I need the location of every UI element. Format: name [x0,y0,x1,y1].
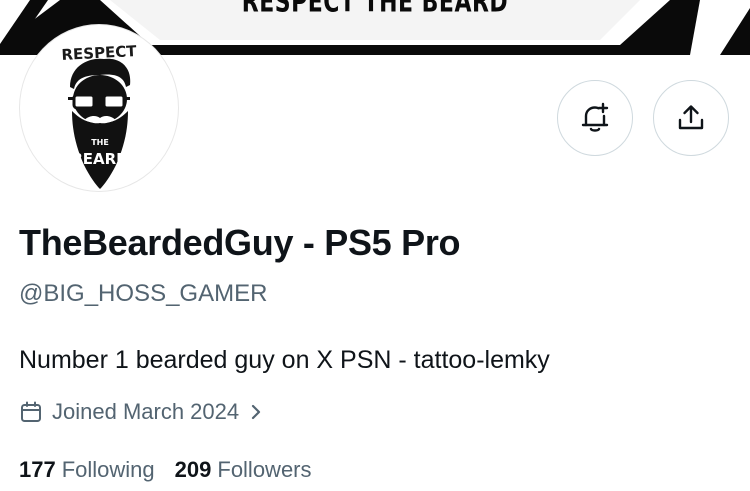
following-link[interactable]: 177 Following [19,457,155,483]
follow-stats: 177 Following 209 Followers [19,457,312,483]
avatar-middle-text: THE [91,138,109,147]
user-handle: @BIG_HOSS_GAMER [19,280,268,307]
beard-logo: RESPECT THE BEARD [61,42,138,189]
banner-text: RESPECT THE BEARD [241,0,509,20]
followers-count: 209 [174,457,212,482]
following-label: Following [61,457,155,482]
following-count: 177 [19,457,56,482]
share-button[interactable] [653,80,729,156]
followers-link[interactable]: 209 Followers [175,457,312,483]
avatar-bottom-text: BEARD [71,150,128,168]
profile-bio: Number 1 bearded guy on X PSN - tattoo-l… [19,346,550,374]
joined-date[interactable]: Joined March 2024 [19,399,263,425]
joined-text: Joined March 2024 [52,399,240,424]
share-upload-icon [678,105,704,130]
notifications-button[interactable] [557,80,633,156]
bell-plus-icon [581,102,609,132]
display-name: TheBeardedGuy - PS5 Pro [19,222,461,263]
chevron-right-icon [252,404,261,420]
profile-avatar[interactable]: RESPECT THE BEARD [19,24,179,192]
calendar-icon [21,401,41,422]
followers-label: Followers [217,457,312,482]
